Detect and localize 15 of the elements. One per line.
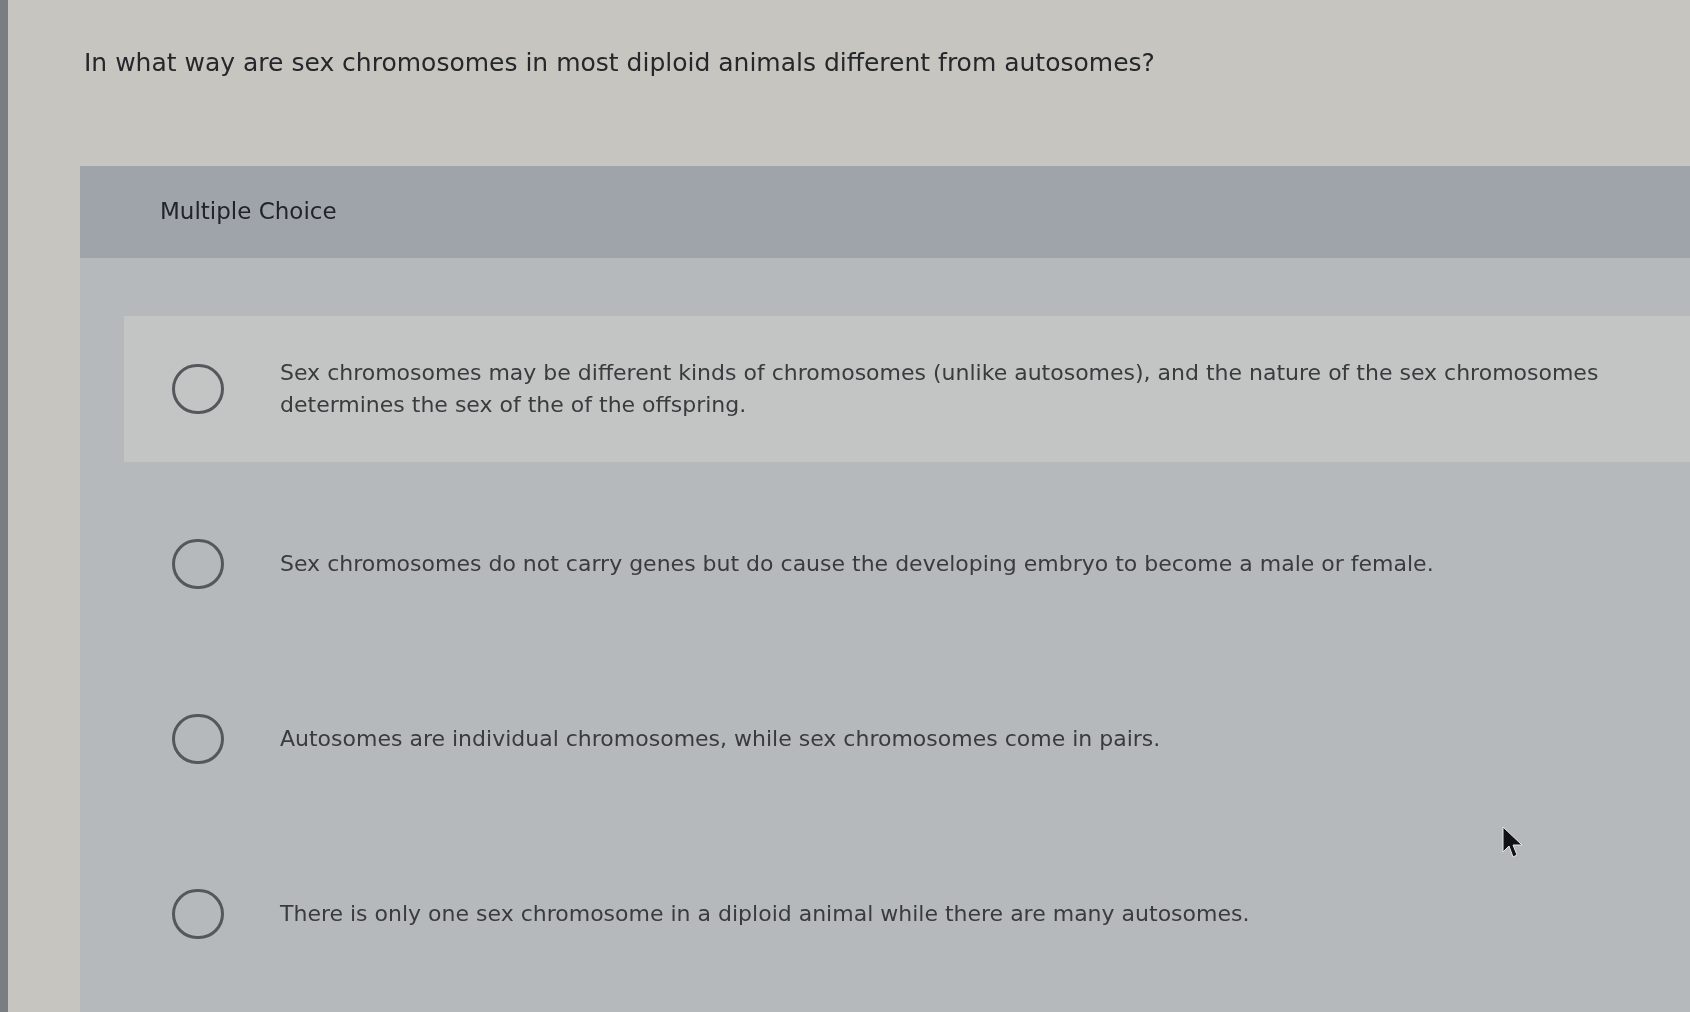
answer-option[interactable]: Autosomes are individual chromosomes, while sex chromosomes come in pairs. (124, 665, 1690, 812)
answer-option[interactable]: Sex chromosomes do not carry genes but do cause the developing embryo to become a male or female. (124, 490, 1690, 637)
header-label: Multiple Choice (160, 197, 337, 227)
radio-button[interactable] (172, 363, 224, 414)
option-text: Sex chromosomes may be different kinds of chromosomes (unlike autosomes), and the nature of the sex chromosomes determines the sex of the of the offspring. (280, 358, 1600, 419)
cursor-icon (1502, 826, 1524, 858)
radio-button[interactable] (172, 888, 224, 939)
answer-option[interactable]: There is only one sex chromosome in a diploid animal while there are many autosomes. (124, 840, 1690, 987)
answer-option[interactable]: Sex chromosomes may be different kinds of chromosomes (unlike autosomes), and the nature of the sex chromosomes determines the sex of the of the offspring. (124, 315, 1690, 462)
question-text: In what way are sex chromosomes in most diploid animals different from autosomes? (84, 48, 1155, 77)
radio-button[interactable] (172, 538, 224, 589)
option-text: There is only one sex chromosome in a diploid animal while there are many autosomes. (280, 899, 1251, 928)
radio-button[interactable] (172, 713, 224, 764)
option-text: Sex chromosomes do not carry genes but do cause the developing embryo to become a male or female. (280, 549, 1435, 578)
option-text: Autosomes are individual chromosomes, while sex chromosomes come in pairs. (280, 724, 1162, 753)
